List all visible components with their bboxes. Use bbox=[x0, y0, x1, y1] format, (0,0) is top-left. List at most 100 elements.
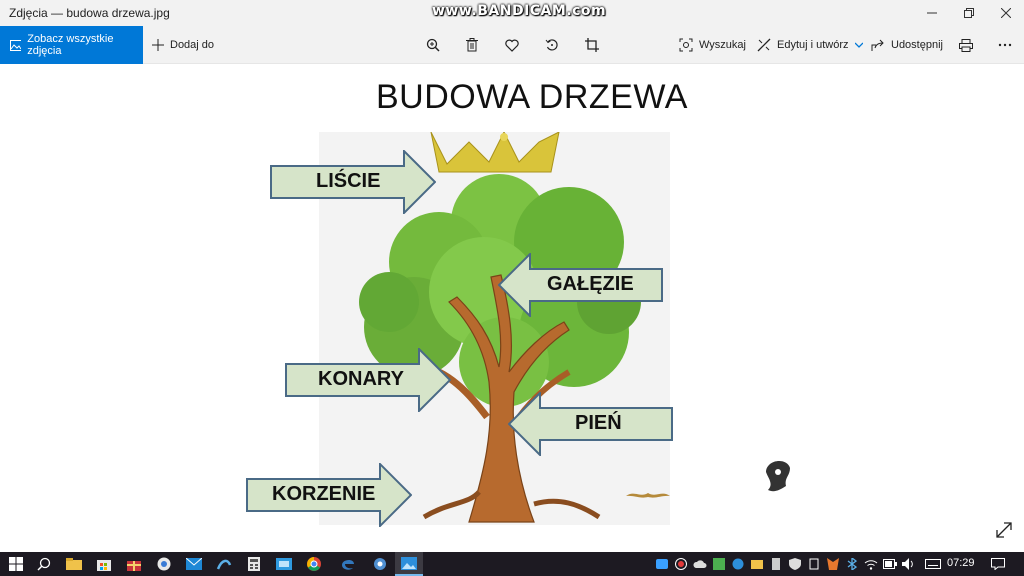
taskbar-calculator[interactable] bbox=[240, 552, 268, 576]
tray-cloud[interactable] bbox=[690, 552, 709, 576]
printer-icon bbox=[959, 38, 973, 52]
edit-icon bbox=[757, 38, 771, 52]
arrow-branches: GAŁĘZIE bbox=[497, 251, 663, 319]
share-label: Udostępnij bbox=[891, 39, 943, 51]
share-button[interactable]: Udostępnij bbox=[871, 26, 943, 64]
wifi-icon bbox=[864, 560, 877, 570]
globe-tray-icon bbox=[732, 558, 743, 570]
label-roots: KORZENIE bbox=[272, 483, 376, 505]
search-icon bbox=[37, 557, 51, 571]
plus-icon bbox=[152, 39, 164, 51]
window-title: Zdjęcia — budowa drzewa.jpg bbox=[9, 6, 170, 20]
taskbar-app-tools[interactable] bbox=[366, 552, 394, 576]
fullscreen-button[interactable] bbox=[994, 520, 1014, 540]
tray-app-7[interactable] bbox=[804, 552, 823, 576]
taskbar-mail[interactable] bbox=[180, 552, 208, 576]
restore-button[interactable] bbox=[950, 0, 987, 26]
tray-app-1[interactable] bbox=[652, 552, 671, 576]
taskbar-clock[interactable]: 07:29 bbox=[947, 557, 975, 569]
tray-app-3[interactable] bbox=[728, 552, 747, 576]
tray-app-5[interactable] bbox=[766, 552, 785, 576]
edit-create-button[interactable]: Edytuj i utwórz bbox=[757, 26, 869, 64]
start-button[interactable] bbox=[2, 552, 30, 576]
tray-wifi[interactable] bbox=[861, 552, 880, 576]
tray-power[interactable] bbox=[880, 552, 899, 576]
mask-mark bbox=[766, 460, 790, 492]
photo-icon bbox=[10, 39, 22, 51]
visual-search-icon bbox=[679, 38, 693, 52]
cards-icon bbox=[276, 558, 292, 570]
label-boughs: KONARY bbox=[318, 368, 404, 390]
image-heading: BUDOWA DRZEWA bbox=[376, 78, 688, 116]
favorite-button[interactable] bbox=[500, 26, 524, 64]
zoom-button[interactable] bbox=[421, 26, 445, 64]
globe-icon bbox=[157, 557, 171, 571]
tray-app-6[interactable] bbox=[785, 552, 804, 576]
print-button[interactable] bbox=[954, 26, 978, 64]
taskbar: 07:29 bbox=[0, 552, 1024, 576]
search-taskbar-button[interactable] bbox=[30, 552, 58, 576]
folder-icon bbox=[66, 558, 82, 570]
calculator-icon bbox=[248, 557, 260, 571]
taskbar-browser-app[interactable] bbox=[150, 552, 178, 576]
notification-icon bbox=[991, 558, 1005, 570]
windows-logo-icon bbox=[9, 557, 23, 571]
rotate-button[interactable] bbox=[540, 26, 564, 64]
see-all-photos-button[interactable]: Zobacz wszystkie zdjęcia bbox=[0, 26, 143, 64]
label-leaves: LIŚCIE bbox=[316, 170, 381, 192]
mail-icon bbox=[186, 558, 202, 570]
share-icon bbox=[871, 39, 884, 51]
watermark: www.BANDICAM.com bbox=[432, 3, 607, 19]
crop-button[interactable] bbox=[580, 26, 604, 64]
photos-icon bbox=[401, 556, 417, 570]
chevron-down-icon bbox=[854, 42, 863, 48]
settings-app-icon bbox=[374, 558, 386, 570]
title-bar: Zdjęcia — budowa drzewa.jpg www.BANDICAM… bbox=[0, 0, 1024, 26]
cloud-icon bbox=[692, 560, 706, 568]
crown-icon bbox=[430, 130, 560, 173]
keyboard-icon bbox=[925, 559, 941, 569]
heart-icon bbox=[505, 39, 519, 52]
minimize-button[interactable] bbox=[913, 0, 950, 26]
taskbar-edge[interactable] bbox=[334, 552, 362, 576]
tray-volume[interactable] bbox=[899, 552, 918, 576]
zoom-icon bbox=[426, 38, 440, 52]
speaker-icon bbox=[901, 558, 913, 570]
taskbar-store[interactable] bbox=[90, 552, 118, 576]
tray-bluetooth[interactable] bbox=[842, 552, 861, 576]
taskbar-file-explorer[interactable] bbox=[60, 552, 88, 576]
more-options-button[interactable] bbox=[993, 26, 1017, 64]
tray-record[interactable] bbox=[671, 552, 690, 576]
minimize-icon bbox=[926, 12, 937, 14]
store-icon bbox=[97, 560, 111, 571]
arrow-roots: KORZENIE bbox=[246, 461, 413, 529]
camera-icon bbox=[655, 559, 668, 569]
delete-button[interactable] bbox=[460, 26, 484, 64]
add-to-button[interactable]: Dodaj do bbox=[152, 26, 214, 64]
label-branches: GAŁĘZIE bbox=[547, 273, 634, 295]
app-toolbar: Zobacz wszystkie zdjęcia Dodaj do Wyszuk… bbox=[0, 26, 1024, 64]
tray-app-4[interactable] bbox=[747, 552, 766, 576]
taskbar-gift-app[interactable] bbox=[120, 552, 148, 576]
action-center-button[interactable] bbox=[988, 552, 1008, 576]
taskbar-app-cards[interactable] bbox=[270, 552, 298, 576]
close-button[interactable] bbox=[987, 0, 1024, 26]
taskbar-chrome[interactable] bbox=[300, 552, 328, 576]
record-icon bbox=[674, 558, 687, 570]
battery-app-icon bbox=[809, 558, 818, 570]
tray-keyboard[interactable] bbox=[922, 552, 944, 576]
taskbar-app-swirl[interactable] bbox=[210, 552, 238, 576]
ellipsis-icon bbox=[998, 43, 1012, 47]
taskbar-photos[interactable] bbox=[395, 552, 423, 576]
app-tray-icon bbox=[712, 558, 725, 570]
label-trunk: PIEŃ bbox=[575, 412, 622, 434]
rotate-icon bbox=[545, 39, 558, 51]
search-button[interactable]: Wyszukaj bbox=[679, 26, 746, 64]
tray-app-2[interactable] bbox=[709, 552, 728, 576]
search-label: Wyszukaj bbox=[699, 39, 746, 51]
tray-app-8[interactable] bbox=[823, 552, 842, 576]
arrow-trunk: PIEŃ bbox=[507, 390, 673, 458]
add-to-label: Dodaj do bbox=[170, 39, 215, 51]
close-icon bbox=[1000, 8, 1011, 18]
fox-icon bbox=[826, 558, 839, 570]
